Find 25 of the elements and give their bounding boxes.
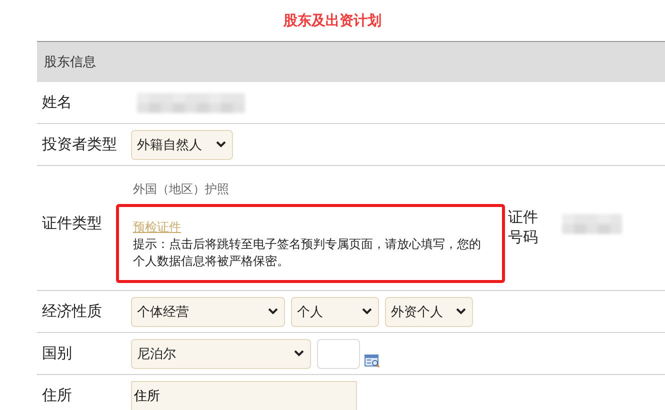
field-label: 住所	[41, 386, 73, 405]
lookup-icon[interactable]	[364, 354, 380, 368]
hint-text: 提示：点击后将跳转至电子签名预判专属页面，请放心填写，您的个人数据信息将被严格保密。	[133, 236, 482, 270]
field-label: 国别	[41, 344, 73, 363]
section-header: 股东信息	[37, 41, 665, 82]
dropdown[interactable]: 外资个人	[385, 296, 473, 326]
page-title: 股东及出资计划	[282, 12, 382, 30]
field-label: 证件号码	[508, 207, 539, 247]
field-label: 投资者类型	[41, 135, 118, 154]
input-field[interactable]	[317, 338, 360, 368]
chevron-down-icon	[216, 141, 226, 148]
chevron-down-icon	[294, 350, 304, 357]
dropdown[interactable]: 个体经营	[131, 296, 285, 326]
certificate-type-text: 外国（地区）护照	[133, 181, 230, 198]
dropdown[interactable]: 尼泊尔	[131, 338, 311, 368]
blurred-text	[562, 212, 622, 236]
input-field[interactable]: 住所	[131, 380, 357, 410]
chevron-down-icon	[456, 308, 466, 315]
dropdown[interactable]: 外籍自然人	[131, 130, 233, 160]
field-label: 证件类型	[41, 214, 103, 232]
field-label: 姓名	[41, 93, 73, 112]
dropdown[interactable]: 个人	[291, 296, 379, 326]
chevron-down-icon	[268, 308, 278, 315]
chevron-down-icon	[362, 308, 372, 315]
field-label: 经济性质	[41, 302, 103, 321]
